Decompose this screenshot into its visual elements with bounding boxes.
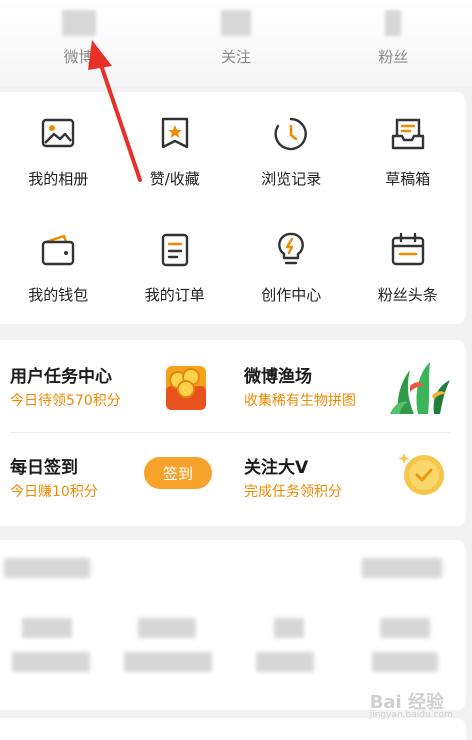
blurred-section bbox=[0, 540, 466, 710]
task-follow-v[interactable]: 关注大V 完成任务领积分 bbox=[244, 433, 450, 523]
blurred-value bbox=[274, 618, 304, 638]
blurred-value bbox=[380, 618, 430, 638]
menu-label: 浏览记录 bbox=[261, 170, 322, 188]
stat-weibo[interactable]: 微博 bbox=[0, 0, 157, 86]
task-user-center[interactable]: 用户任务中心 今日待领570积分 bbox=[10, 340, 220, 430]
star-bookmark-icon bbox=[161, 117, 188, 149]
task-title: 每日签到 bbox=[10, 458, 78, 478]
profile-stats: 微博 关注 粉丝 bbox=[0, 0, 472, 86]
task-title: 关注大V bbox=[244, 458, 309, 478]
coin-box-icon bbox=[166, 366, 206, 410]
history-icon bbox=[274, 117, 308, 151]
menu-label: 粉丝头条 bbox=[377, 286, 438, 304]
blurred-value bbox=[138, 618, 196, 638]
task-subtitle: 今日赚10积分 bbox=[10, 484, 98, 500]
bottom-card-edge bbox=[0, 718, 466, 740]
plant-icon bbox=[390, 362, 450, 414]
stat-following[interactable]: 关注 bbox=[157, 0, 314, 86]
drafts-icon bbox=[391, 118, 424, 150]
stat-following-count bbox=[220, 10, 251, 36]
menu-item-fan-headline[interactable]: 粉丝头条 bbox=[350, 208, 467, 324]
menu-item-orders[interactable]: 我的订单 bbox=[117, 208, 234, 324]
blurred-value bbox=[22, 618, 72, 638]
stat-weibo-label: 微博 bbox=[63, 48, 94, 66]
stat-followers-label: 粉丝 bbox=[378, 48, 409, 66]
stat-following-label: 关注 bbox=[220, 48, 251, 66]
menu-label: 草稿箱 bbox=[385, 170, 431, 188]
menu-item-drafts[interactable]: 草稿箱 bbox=[350, 92, 467, 208]
task-weibo-fishing[interactable]: 微博渔场 收集稀有生物拼图 bbox=[244, 340, 466, 430]
menu-item-creator[interactable]: 创作中心 bbox=[233, 208, 350, 324]
blurred-label bbox=[256, 652, 314, 672]
menu-label: 我的相册 bbox=[28, 170, 89, 188]
wallet-icon bbox=[42, 234, 75, 266]
menu-item-album[interactable]: 我的相册 bbox=[0, 92, 117, 208]
task-subtitle: 完成任务领积分 bbox=[244, 484, 342, 500]
blurred-label bbox=[124, 652, 212, 672]
menu-label: 我的订单 bbox=[144, 286, 205, 304]
watermark: Bai 经验 jingyan.baidu.com bbox=[370, 688, 453, 720]
album-icon bbox=[42, 118, 75, 148]
check-medal-icon bbox=[398, 453, 444, 495]
creator-bulb-icon bbox=[278, 232, 305, 265]
watermark-url: jingyan.baidu.com bbox=[369, 710, 453, 720]
task-subtitle: 今日待领570积分 bbox=[10, 393, 121, 409]
tasks-card: 用户任务中心 今日待领570积分 微博渔场 收集稀有生物拼图 每日签到 今日赚1… bbox=[0, 340, 466, 526]
menu-item-likes[interactable]: 赞/收藏 bbox=[117, 92, 234, 208]
task-title: 微博渔场 bbox=[244, 367, 312, 387]
menu-card: 我的相册 赞/收藏 浏览记录 草稿箱 我的钱包 我的订单 创作中心 粉丝头条 bbox=[0, 92, 466, 324]
stat-followers-count bbox=[385, 10, 402, 36]
menu-label: 赞/收藏 bbox=[149, 170, 200, 188]
task-title: 用户任务中心 bbox=[10, 367, 112, 387]
checkin-button[interactable]: 签到 bbox=[144, 457, 212, 489]
blurred-label bbox=[12, 652, 90, 672]
blurred-label bbox=[372, 652, 438, 672]
task-subtitle: 收集稀有生物拼图 bbox=[244, 393, 356, 409]
order-icon bbox=[161, 233, 188, 267]
menu-label: 我的钱包 bbox=[28, 286, 89, 304]
menu-item-wallet[interactable]: 我的钱包 bbox=[0, 208, 117, 324]
stat-weibo-count bbox=[61, 10, 96, 36]
menu-label: 创作中心 bbox=[261, 286, 322, 304]
stat-followers[interactable]: 粉丝 bbox=[315, 0, 472, 86]
menu-item-history[interactable]: 浏览记录 bbox=[233, 92, 350, 208]
blurred-title bbox=[4, 558, 90, 578]
fan-headline-icon bbox=[391, 232, 424, 266]
blurred-more bbox=[362, 558, 442, 578]
